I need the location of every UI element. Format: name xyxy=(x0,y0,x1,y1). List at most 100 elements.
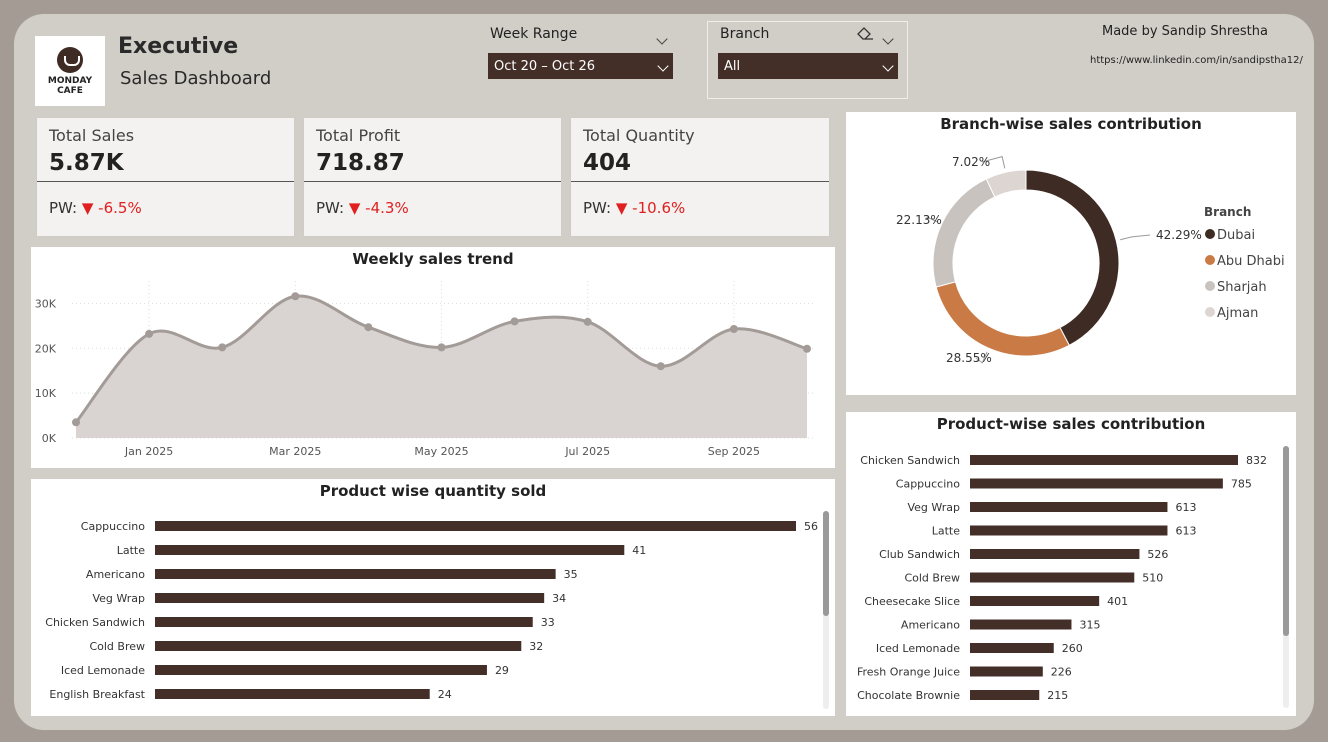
bar-value: 315 xyxy=(1079,619,1100,632)
down-arrow-icon: ▼ xyxy=(615,199,628,217)
bar-value: 24 xyxy=(438,688,452,701)
branch-contribution-panel: Branch-wise sales contribution 42.29% 28.… xyxy=(846,112,1296,395)
page-subtitle: Sales Dashboard xyxy=(120,68,272,89)
bar-label: Americano xyxy=(86,568,145,581)
bar-label: Iced Lemonade xyxy=(876,642,960,655)
bar xyxy=(970,619,1072,630)
logo-line2: CAFE xyxy=(57,85,83,96)
y-tick-label: 10K xyxy=(35,387,57,400)
bar-label: English Breakfast xyxy=(49,688,145,701)
slice-label: 22.13% xyxy=(896,213,942,227)
x-tick-label: Mar 2025 xyxy=(269,445,321,458)
bar-value: 401 xyxy=(1107,595,1128,608)
bar-label: Latte xyxy=(117,544,145,557)
bar-label: Iced Lemonade xyxy=(61,664,145,677)
bar-value: 832 xyxy=(1246,454,1267,467)
bar-label: Cappuccino xyxy=(896,478,960,491)
bar-label: Veg Wrap xyxy=(907,501,960,514)
bar xyxy=(970,572,1135,583)
week-range-dropdown[interactable]: Oct 20 – Oct 26 xyxy=(488,53,673,79)
bar-value: 34 xyxy=(552,592,566,605)
bar-value: 226 xyxy=(1051,666,1072,679)
bar-value: 35 xyxy=(564,568,578,581)
data-point xyxy=(729,324,738,333)
legend-item: Sharjah xyxy=(1217,280,1267,295)
bar-value: 613 xyxy=(1175,501,1196,514)
donut-slice xyxy=(935,281,1070,357)
pw-change-value: -4.3% xyxy=(365,199,409,217)
monday-cafe-logo: MONDAY CAFE xyxy=(35,36,105,106)
kpi-pw-change: PW: ▼ -4.3% xyxy=(316,199,409,217)
data-point xyxy=(218,343,227,352)
down-arrow-icon: ▼ xyxy=(81,199,94,217)
eraser-icon[interactable] xyxy=(857,26,875,45)
bar-value: 260 xyxy=(1062,642,1083,655)
week-range-value: Oct 20 – Oct 26 xyxy=(494,58,596,74)
author-credit: Made by Sandip Shrestha xyxy=(1102,24,1268,39)
branch-collapse-icon[interactable] xyxy=(882,28,894,47)
scrollbar[interactable] xyxy=(823,511,829,709)
bar-value: 510 xyxy=(1142,572,1163,585)
product-quantity-panel: Product wise quantity sold Cappuccino 56 L… xyxy=(31,479,835,716)
bar xyxy=(155,569,556,579)
slice-label: 7.02% xyxy=(952,155,990,169)
bar xyxy=(155,689,430,699)
bar-label: Fresh Orange Juice xyxy=(857,666,960,679)
divider xyxy=(304,181,561,182)
bar xyxy=(970,666,1043,677)
bar xyxy=(970,455,1238,465)
linkedin-link[interactable]: https://www.linkedin.com/in/sandipstha12… xyxy=(1090,55,1303,66)
logo-line1: MONDAY xyxy=(47,75,93,86)
bar-value: 29 xyxy=(495,664,509,677)
bar-value: 56 xyxy=(804,520,818,533)
bar-label: Cold Brew xyxy=(904,572,960,585)
kpi-pw-change: PW: ▼ -6.5% xyxy=(49,199,142,217)
product-sales-panel: Product-wise sales contribution Chicken … xyxy=(846,412,1296,716)
pw-label: PW: xyxy=(49,199,78,217)
bar-label: Americano xyxy=(901,619,960,632)
bar xyxy=(970,643,1054,653)
divider xyxy=(571,181,829,182)
legend-item: Dubai xyxy=(1217,228,1255,243)
kpi-title: Total Profit xyxy=(316,126,401,145)
data-point xyxy=(437,343,446,352)
week-range-collapse-icon[interactable] xyxy=(656,28,668,47)
legend-title: Branch xyxy=(1204,205,1251,219)
legend-marker xyxy=(1205,229,1215,239)
legend-marker xyxy=(1205,255,1215,265)
scrollbar-thumb[interactable] xyxy=(823,511,829,616)
donut-slice xyxy=(1025,169,1120,346)
kpi-title: Total Quantity xyxy=(583,126,695,145)
kpi-value: 404 xyxy=(583,150,632,176)
scrollbar[interactable] xyxy=(1283,446,1289,708)
donut-slice xyxy=(932,178,996,288)
bar xyxy=(155,521,796,531)
data-point xyxy=(583,317,592,326)
bar-value: 785 xyxy=(1231,478,1252,491)
kpi-card-total-profit: Total Profit 718.87 PW: ▼ -4.3% xyxy=(303,117,562,237)
branch-dropdown[interactable]: All xyxy=(718,53,898,79)
slice-label: 42.29% xyxy=(1156,228,1202,242)
bar xyxy=(970,690,1040,700)
data-point xyxy=(145,329,154,338)
data-point xyxy=(291,292,300,301)
x-tick-label: Sep 2025 xyxy=(708,445,760,458)
bar xyxy=(970,525,1168,536)
legend-marker xyxy=(1205,281,1215,291)
bar-value: 526 xyxy=(1147,548,1168,561)
kpi-pw-change: PW: ▼ -10.6% xyxy=(583,199,685,217)
bar-value: 33 xyxy=(541,616,555,629)
bar-label: Club Sandwich xyxy=(879,548,960,561)
chevron-down-icon xyxy=(882,59,894,74)
pw-label: PW: xyxy=(316,199,345,217)
legend-marker xyxy=(1205,307,1215,317)
kpi-value: 5.87K xyxy=(49,150,124,176)
bar xyxy=(155,617,533,627)
bar xyxy=(155,641,522,651)
data-point xyxy=(72,418,80,427)
data-point xyxy=(656,362,665,371)
bar xyxy=(970,596,1100,606)
chevron-down-icon xyxy=(657,59,669,74)
y-tick-label: 0K xyxy=(42,432,57,445)
scrollbar-thumb[interactable] xyxy=(1283,446,1289,636)
